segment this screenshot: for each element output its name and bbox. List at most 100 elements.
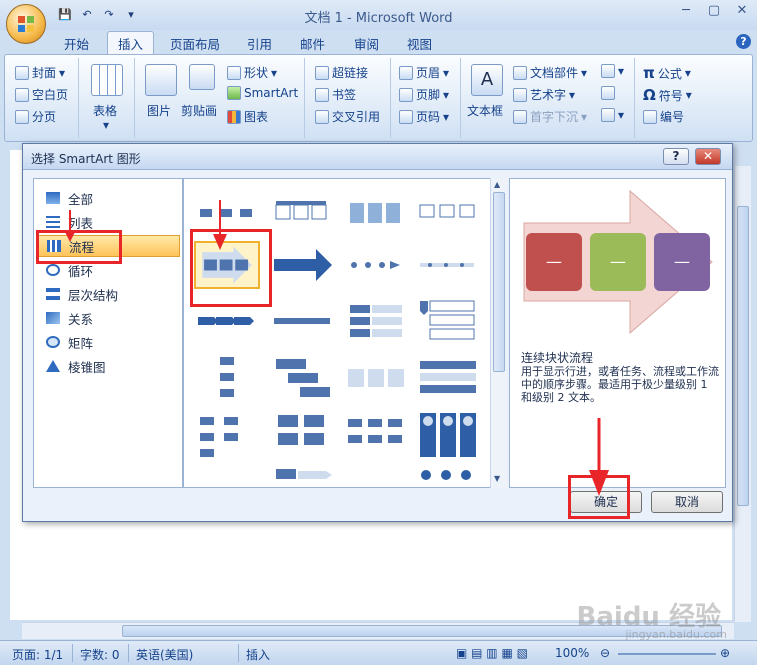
hyperlink-button[interactable]: 超链接 xyxy=(315,64,368,81)
dialog-close-button[interactable]: ✕ xyxy=(695,148,721,165)
category-relationship[interactable]: 关系 xyxy=(36,307,180,329)
picture-icon[interactable] xyxy=(145,64,177,96)
pages-group: 封面 ▾ 空白页 分页 xyxy=(7,58,79,138)
gallery-item-staggered-process[interactable] xyxy=(270,355,336,403)
gallery-item-timeline[interactable] xyxy=(416,241,482,289)
footer-button[interactable]: 页脚 ▾ xyxy=(399,86,449,103)
category-pyramid[interactable]: 棱锥图 xyxy=(36,355,180,377)
gallery-item-circle-arrow-process[interactable] xyxy=(416,465,482,488)
vertical-scroll-thumb[interactable] xyxy=(737,206,749,506)
undo-icon[interactable]: ↶ xyxy=(78,6,96,22)
help-icon[interactable]: ? xyxy=(736,34,751,49)
bookmark-button[interactable]: 书签 xyxy=(315,86,356,103)
preview-title: 连续块状流程 xyxy=(521,351,594,365)
signature-line-icon[interactable]: ▾ xyxy=(601,64,624,78)
header-button[interactable]: 页眉 ▾ xyxy=(399,64,449,81)
gallery-item-step-up-process[interactable] xyxy=(270,189,336,237)
maximize-icon[interactable]: ▢ xyxy=(703,3,725,21)
cover-page-button[interactable]: 封面 ▾ xyxy=(15,64,65,81)
status-bar: 页面: 1/1 字数: 0 英语(美国) 插入 ▣ ▤ ▥ ▦ ▧ 100% ⊖… xyxy=(0,640,757,665)
word-count[interactable]: 字数: 0 xyxy=(80,646,120,663)
dropcap-button[interactable]: 首字下沉 ▾ xyxy=(513,108,587,125)
page-number-button[interactable]: 页码 ▾ xyxy=(399,108,449,125)
preview-block-3-text: — xyxy=(674,252,690,271)
clipart-button[interactable]: 剪贴画 xyxy=(181,102,217,119)
chart-button[interactable]: 图表 xyxy=(227,108,268,125)
tab-view[interactable]: 视图 xyxy=(407,34,432,53)
blank-page-button[interactable]: 空白页 xyxy=(15,86,68,103)
symbol-button[interactable]: Ω 符号 ▾ xyxy=(643,86,692,104)
minimize-icon[interactable]: ─ xyxy=(675,3,697,21)
smartart-button[interactable]: SmartArt xyxy=(227,86,298,100)
date-time-icon[interactable] xyxy=(601,86,615,100)
numbering-button[interactable]: 编号 xyxy=(643,108,684,125)
zoom-level[interactable]: 100% xyxy=(555,646,589,660)
gallery-item-upward-arrow[interactable] xyxy=(270,465,336,488)
preview-pane: — — — 连续块状流程 用于显示行进，或者任务、流程或工作流中的顺序步骤。最适… xyxy=(509,178,726,488)
scroll-up-icon[interactable]: ▲ xyxy=(494,180,500,189)
clipart-icon[interactable] xyxy=(189,64,215,90)
gallery-item-process-arrows[interactable] xyxy=(270,241,336,289)
textbox-button[interactable]: 文本框 xyxy=(467,102,503,119)
page-count[interactable]: 页面: 1/1 xyxy=(12,646,63,663)
quick-access-toolbar: 💾 ↶ ↷ ▾ xyxy=(56,6,140,22)
gallery-item-alternating-flow[interactable] xyxy=(416,189,482,237)
picture-button[interactable]: 图片 xyxy=(147,102,171,119)
insert-mode[interactable]: 插入 xyxy=(246,646,270,663)
gallery-scroll-thumb[interactable] xyxy=(493,192,505,372)
bookmark-icon xyxy=(315,87,329,102)
equation-button[interactable]: π 公式 ▾ xyxy=(643,64,691,82)
vertical-scrollbar[interactable] xyxy=(734,166,751,622)
gallery-item-vertical-chevron[interactable] xyxy=(344,297,410,345)
zoom-in-icon[interactable]: ⊕ xyxy=(720,646,730,660)
scroll-down-icon[interactable]: ▼ xyxy=(494,474,500,483)
dialog-help-button[interactable]: ? xyxy=(663,148,689,165)
table-button[interactable]: 表格 xyxy=(93,102,117,119)
gallery-item-picture-accent-process[interactable] xyxy=(416,411,482,459)
tab-review[interactable]: 审阅 xyxy=(354,34,379,53)
wordart-button[interactable]: 艺术字 ▾ xyxy=(513,86,575,103)
quick-parts-button[interactable]: 文档部件 ▾ xyxy=(513,64,587,81)
cancel-button[interactable]: 取消 xyxy=(651,491,723,513)
tab-references[interactable]: 引用 xyxy=(247,34,272,53)
object-icon[interactable]: ▾ xyxy=(601,108,624,122)
save-icon[interactable]: 💾 xyxy=(56,6,74,22)
category-list: 全部 列表 流程 循环 层次结构 关系 矩阵 棱锥图 xyxy=(33,178,183,488)
close-window-icon[interactable]: ✕ xyxy=(731,3,753,21)
layout-gallery xyxy=(183,178,507,488)
office-button[interactable] xyxy=(6,4,46,44)
category-hierarchy[interactable]: 层次结构 xyxy=(36,283,180,305)
category-all[interactable]: 全部 xyxy=(36,187,180,209)
gallery-item-accent-process[interactable] xyxy=(344,189,410,237)
gallery-item-circle-process[interactable] xyxy=(344,241,410,289)
table-icon[interactable] xyxy=(91,64,123,96)
gallery-item-bending-process[interactable] xyxy=(194,411,260,459)
language-status[interactable]: 英语(美国) xyxy=(136,646,193,663)
gallery-item-vertical-process[interactable] xyxy=(194,355,260,403)
gallery-scrollbar[interactable]: ▲ ▼ xyxy=(490,178,507,488)
tab-home[interactable]: 开始 xyxy=(64,34,89,53)
cycle-icon xyxy=(46,264,60,276)
tab-mailings[interactable]: 邮件 xyxy=(300,34,325,53)
zoom-slider[interactable] xyxy=(618,653,716,655)
gallery-item-process-list[interactable] xyxy=(344,355,410,403)
category-matrix[interactable]: 矩阵 xyxy=(36,331,180,353)
zoom-out-icon[interactable]: ⊖ xyxy=(600,646,610,660)
gallery-item-vertical-arrow-list[interactable] xyxy=(416,297,482,345)
redo-icon[interactable]: ↷ xyxy=(100,6,118,22)
tab-page-layout[interactable]: 页面布局 xyxy=(170,34,220,53)
view-buttons[interactable]: ▣ ▤ ▥ ▦ ▧ xyxy=(456,646,528,660)
gallery-item-stacked-list[interactable] xyxy=(416,355,482,403)
shapes-button[interactable]: 形状 ▾ xyxy=(227,64,277,81)
header-icon xyxy=(399,65,413,80)
gallery-item-segmented-process[interactable] xyxy=(270,411,336,459)
gallery-item-detailed-process[interactable] xyxy=(344,411,410,459)
gallery-item-closed-chevron[interactable] xyxy=(270,297,336,345)
page-break-button[interactable]: 分页 xyxy=(15,108,56,125)
tab-insert[interactable]: 插入 xyxy=(107,31,155,55)
ribbon-tabs: 开始 插入 页面布局 引用 邮件 审阅 视图 ? xyxy=(0,30,757,55)
textbox-icon[interactable]: A xyxy=(471,64,503,96)
cross-reference-button[interactable]: 交叉引用 xyxy=(315,108,380,125)
qat-dropdown-icon[interactable]: ▾ xyxy=(122,6,140,22)
table-dropdown-icon[interactable]: ▾ xyxy=(103,118,109,132)
